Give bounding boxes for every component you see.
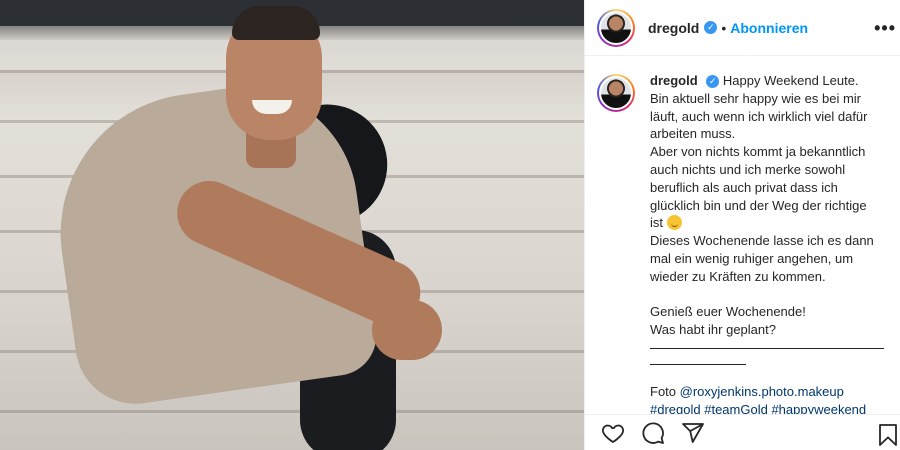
avatar[interactable] — [597, 8, 635, 47]
caption-avatar[interactable] — [597, 74, 635, 112]
caption-line: ist — [650, 215, 663, 231]
verified-badge-icon: ✓ — [704, 21, 718, 34]
caption-line: Bin aktuell sehr happy wie es bei mir — [650, 90, 861, 106]
photo-credit-link[interactable]: @roxyjenkins.photo.makeup — [680, 384, 844, 399]
post-header: dregold ✓ • Abonnieren ••• — [585, 0, 900, 56]
caption-line: Happy Weekend Leute. — [722, 73, 859, 88]
caption-line: läuft, auch wenn ich wirklich viel dafür — [650, 108, 868, 124]
hashtag-link[interactable]: #happyweekend — [771, 402, 866, 414]
person-hand — [372, 300, 442, 360]
bookmark-icon[interactable] — [877, 423, 899, 447]
caption: dregold ✓ Happy Weekend Leute. Bin aktue… — [597, 72, 887, 414]
hashtag-link[interactable]: #dregold — [650, 402, 701, 414]
divider-line — [650, 355, 746, 365]
username-link[interactable]: dregold — [648, 20, 699, 36]
verified-badge-icon: ✓ — [706, 75, 720, 89]
caption-line: Was habt ihr geplant? — [650, 322, 776, 338]
caption-line: mal ein wenig ruhiger angehen, um — [650, 250, 854, 266]
caption-line: wieder zu Kräften zu kommen. — [650, 268, 826, 284]
caption-line: glücklich bin und der Weg der richtige — [650, 197, 867, 213]
caption-line: auch nichts und ich merke sowohl — [650, 161, 846, 177]
caption-line: Aber von nichts kommt ja bekanntlich — [650, 144, 866, 160]
photo-credit-label: Foto — [650, 383, 677, 399]
caption-line: Dieses Wochenende lasse ich es dann — [650, 233, 874, 249]
caption-line: Genieß euer Wochenende! — [650, 304, 806, 320]
caption-line: arbeiten muss. — [650, 126, 736, 142]
separator-dot: • — [721, 19, 727, 36]
divider-line — [650, 339, 884, 349]
caption-body: dregold ✓ Happy Weekend Leute. Bin aktue… — [650, 72, 886, 414]
caption-username-link[interactable]: dregold — [650, 73, 698, 88]
more-options-icon[interactable]: ••• — [874, 18, 896, 39]
comment-icon[interactable] — [641, 421, 665, 445]
hugging-face-emoji-icon — [666, 215, 682, 231]
action-bar — [585, 414, 900, 450]
hashtag-link[interactable]: #teamGold — [704, 402, 768, 414]
share-icon[interactable] — [681, 421, 705, 445]
caption-line: beruflich als auch privat dass ich — [650, 179, 838, 195]
follow-button[interactable]: Abonnieren — [730, 20, 808, 36]
post-side-panel: dregold ✓ • Abonnieren ••• dregold ✓ Hap… — [584, 0, 900, 450]
post-photo[interactable] — [0, 0, 584, 450]
heart-icon[interactable] — [601, 421, 625, 445]
